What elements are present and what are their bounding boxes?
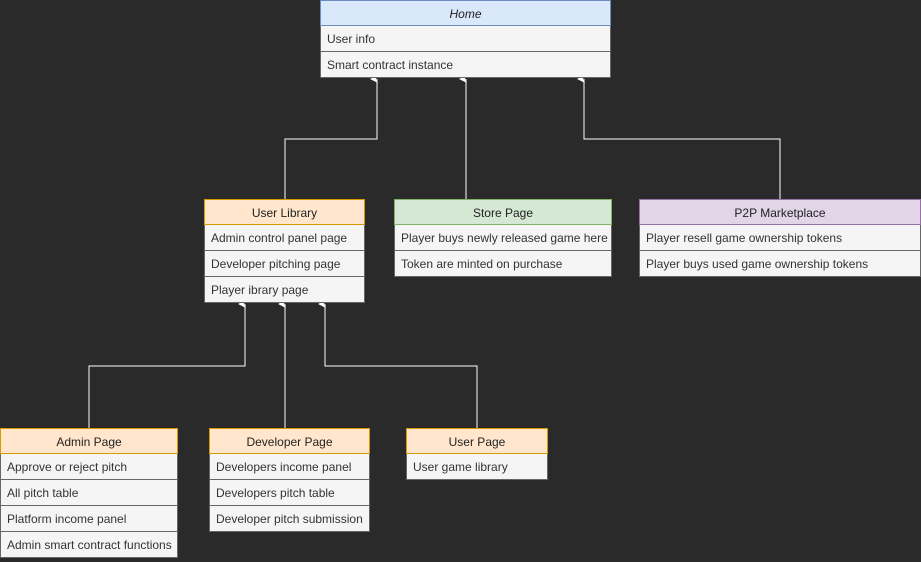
developer-page-item: Developers income panel — [209, 454, 370, 480]
user-library-title: User Library — [204, 199, 365, 225]
developer-page-item: Developers pitch table — [209, 480, 370, 506]
store-page-node[interactable]: Store Page Player buys newly released ga… — [394, 199, 612, 277]
store-page-item: Token are minted on purchase — [394, 251, 612, 277]
p2p-marketplace-item: Player buys used game ownership tokens — [639, 251, 921, 277]
user-library-item: Admin control panel page — [204, 225, 365, 251]
home-item: User info — [320, 26, 611, 52]
edge-admin-page-to-user-library — [88, 300, 246, 428]
p2p-marketplace-item: Player resell game ownership tokens — [639, 225, 921, 251]
store-page-title: Store Page — [394, 199, 612, 225]
developer-page-title: Developer Page — [209, 428, 370, 454]
admin-page-item: All pitch table — [0, 480, 178, 506]
p2p-marketplace-title: P2P Marketplace — [639, 199, 921, 225]
user-page-title: User Page — [406, 428, 548, 454]
user-page-node[interactable]: User Page User game library — [406, 428, 548, 480]
user-page-item: User game library — [406, 454, 548, 480]
edge-user-library-to-home — [284, 75, 378, 199]
user-library-item: Player ibrary page — [204, 277, 365, 303]
admin-page-title: Admin Page — [0, 428, 178, 454]
edge-p2p-marketplace-to-home — [577, 75, 781, 199]
admin-page-item: Platform income panel — [0, 506, 178, 532]
developer-page-item: Developer pitch submission — [209, 506, 370, 532]
developer-page-node[interactable]: Developer Page Developers income panel D… — [209, 428, 370, 532]
admin-page-item: Admin smart contract functions — [0, 532, 178, 558]
store-page-item: Player buys newly released game here — [394, 225, 612, 251]
home-title: Home — [320, 0, 611, 26]
p2p-marketplace-node[interactable]: P2P Marketplace Player resell game owner… — [639, 199, 921, 277]
admin-page-item: Approve or reject pitch — [0, 454, 178, 480]
home-item: Smart contract instance — [320, 52, 611, 78]
edge-user-page-to-user-library — [318, 300, 478, 428]
user-library-item: Developer pitching page — [204, 251, 365, 277]
user-library-node[interactable]: User Library Admin control panel page De… — [204, 199, 365, 303]
home-node[interactable]: Home User info Smart contract instance — [320, 0, 611, 78]
admin-page-node[interactable]: Admin Page Approve or reject pitch All p… — [0, 428, 178, 558]
